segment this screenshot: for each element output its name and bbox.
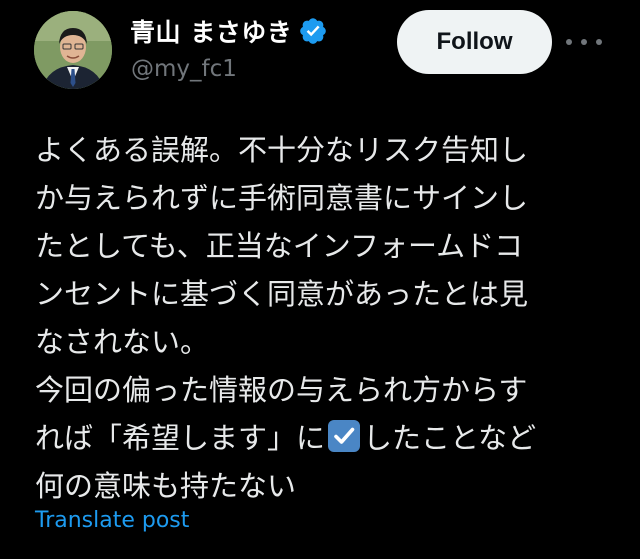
author-handle[interactable]: @my_fc1 <box>131 56 237 82</box>
post-line: 何の意味も持たない <box>35 469 297 503</box>
dot <box>566 39 572 45</box>
dot <box>596 39 602 45</box>
post-line-segment: れば「希望します」に <box>35 421 326 455</box>
post-line: なされない。 <box>35 325 210 359</box>
more-options-icon[interactable] <box>566 32 602 52</box>
avatar[interactable] <box>34 11 112 89</box>
author-display-name[interactable]: 青山 まさゆき <box>130 13 292 49</box>
author-name-row: 青山 まさゆき <box>130 12 328 50</box>
post-line: 今回の偏った情報の与えられ方からす <box>35 373 528 407</box>
post-text: よくある誤解。不十分なリスク告知し か与えられずに手術同意書にサインし たとして… <box>35 126 595 510</box>
avatar-image <box>34 11 112 89</box>
follow-button[interactable]: Follow <box>397 10 552 74</box>
post-line: か与えられずに手術同意書にサインし <box>35 181 529 215</box>
post-line-segment: したことなど <box>363 421 537 455</box>
translate-post-link[interactable]: Translate post <box>35 508 189 533</box>
ballot-box-with-check-icon <box>328 420 361 452</box>
post-line: たとしても、正当なインフォームドコ <box>35 229 524 263</box>
post-line: ンセントに基づく同意があったとは見 <box>35 277 529 311</box>
verified-badge-icon[interactable] <box>298 16 328 46</box>
dot <box>581 39 587 45</box>
post-line-with-emoji: れば「希望します」に したことなど <box>35 414 595 462</box>
post-line: よくある誤解。不十分なリスク告知し <box>35 133 529 167</box>
